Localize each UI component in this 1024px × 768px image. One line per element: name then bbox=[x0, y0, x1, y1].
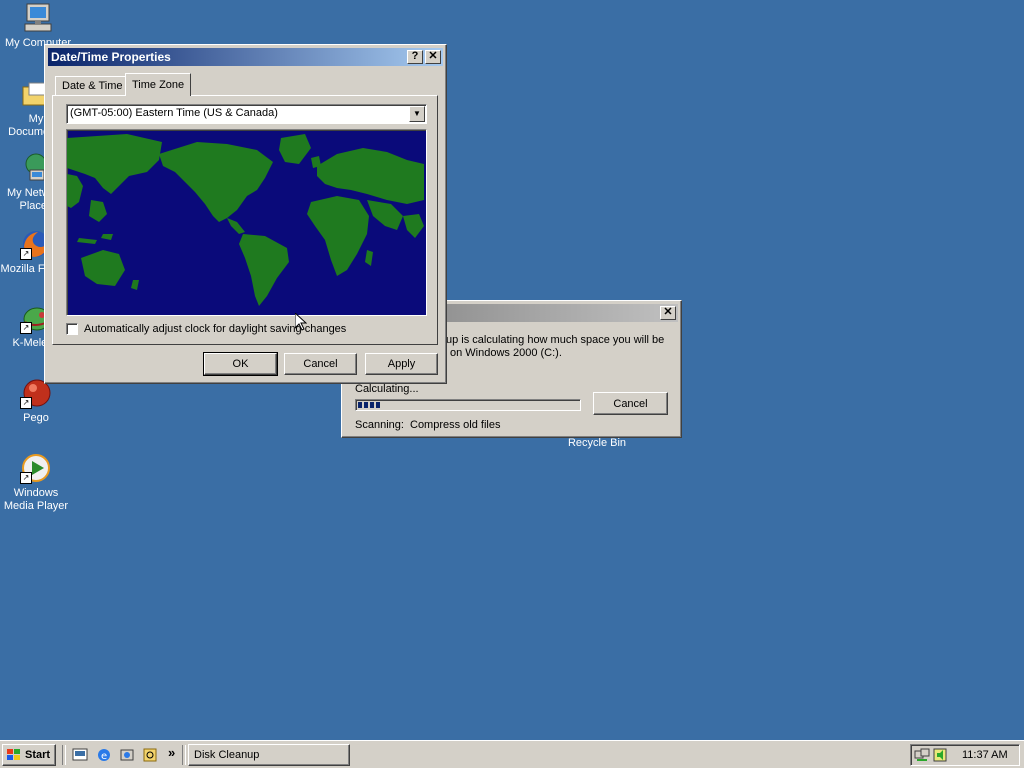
media-player-icon: ↗ bbox=[20, 452, 52, 484]
desktop-icon-label: Pego bbox=[23, 412, 49, 424]
task-button-disk-cleanup[interactable]: Disk Cleanup bbox=[188, 744, 350, 766]
close-icon[interactable]: ✕ bbox=[660, 306, 676, 320]
taskbar-separator bbox=[62, 745, 66, 765]
dst-checkbox[interactable] bbox=[66, 323, 78, 335]
system-tray: 11:37 AM bbox=[910, 744, 1020, 766]
quick-launch-overflow-button[interactable]: » bbox=[168, 745, 175, 760]
tab-date-time[interactable]: Date & Time bbox=[55, 76, 130, 95]
computer-icon bbox=[22, 2, 54, 34]
desktop-icon-label: Windows Media Player bbox=[3, 487, 69, 512]
mouse-cursor-icon bbox=[294, 311, 308, 331]
windows-logo-icon bbox=[6, 748, 22, 762]
quick-launch-ie-icon[interactable]: e bbox=[96, 747, 112, 763]
dropdown-arrow-button[interactable]: ▼ bbox=[409, 106, 425, 122]
clock[interactable]: 11:37 AM bbox=[962, 749, 1008, 761]
timezone-dropdown[interactable]: (GMT-05:00) Eastern Time (US & Canada) ▼ bbox=[66, 104, 427, 124]
progress-fill bbox=[358, 402, 380, 408]
scanning-label: Scanning: bbox=[355, 419, 404, 431]
time-zone-panel: (GMT-05:00) Eastern Time (US & Canada) ▼ bbox=[52, 95, 438, 345]
svg-text:e: e bbox=[101, 751, 107, 762]
shortcut-arrow-icon: ↗ bbox=[20, 472, 32, 484]
quick-launch-desktop-icon[interactable] bbox=[72, 747, 88, 763]
ok-button[interactable]: OK bbox=[203, 352, 278, 376]
desktop-icon-media-player[interactable]: ↗ Windows Media Player bbox=[0, 452, 72, 513]
desktop-icon-label: Recycle Bin bbox=[567, 437, 627, 449]
quick-launch-search-icon[interactable] bbox=[142, 747, 158, 763]
apply-button[interactable]: Apply bbox=[365, 353, 438, 375]
progress-bar bbox=[355, 399, 581, 411]
cleanup-cancel-button[interactable]: Cancel bbox=[593, 392, 668, 415]
world-map-graphic bbox=[67, 134, 424, 306]
dialog-title: Date/Time Properties bbox=[51, 50, 171, 64]
shortcut-arrow-icon: ↗ bbox=[20, 248, 32, 260]
cleanup-message-line2: on Windows 2000 (C:). bbox=[450, 347, 562, 359]
volume-tray-icon[interactable] bbox=[932, 747, 948, 763]
calculating-label: Calculating... bbox=[355, 383, 419, 395]
world-map bbox=[66, 129, 427, 316]
network-tray-icon[interactable] bbox=[914, 747, 930, 763]
start-button[interactable]: Start bbox=[2, 744, 56, 766]
datetime-titlebar[interactable]: Date/Time Properties ? ✕ bbox=[48, 48, 443, 66]
shortcut-arrow-icon: ↗ bbox=[20, 397, 32, 409]
help-icon[interactable]: ? bbox=[407, 50, 423, 64]
timezone-selected: (GMT-05:00) Eastern Time (US & Canada) bbox=[70, 107, 278, 119]
scanning-item: Compress old files bbox=[410, 419, 501, 431]
tab-time-zone[interactable]: Time Zone bbox=[125, 73, 192, 96]
taskbar: Start e » Disk Cleanup 11:37 AM bbox=[0, 740, 1024, 768]
shortcut-arrow-icon: ↗ bbox=[20, 322, 32, 334]
taskbar-separator bbox=[182, 745, 186, 765]
cancel-button[interactable]: Cancel bbox=[284, 353, 357, 375]
close-icon[interactable]: ✕ bbox=[425, 50, 441, 64]
desktop-icon-my-computer[interactable]: My Computer bbox=[2, 2, 74, 50]
desktop-icon-pego[interactable]: ↗ Pego bbox=[0, 377, 72, 425]
quick-launch-outlook-icon[interactable] bbox=[119, 747, 135, 763]
datetime-dialog: Date/Time Properties ? ✕ Date & Time Tim… bbox=[44, 44, 447, 384]
cleanup-message-line1: up is calculating how much space you wil… bbox=[446, 334, 665, 346]
